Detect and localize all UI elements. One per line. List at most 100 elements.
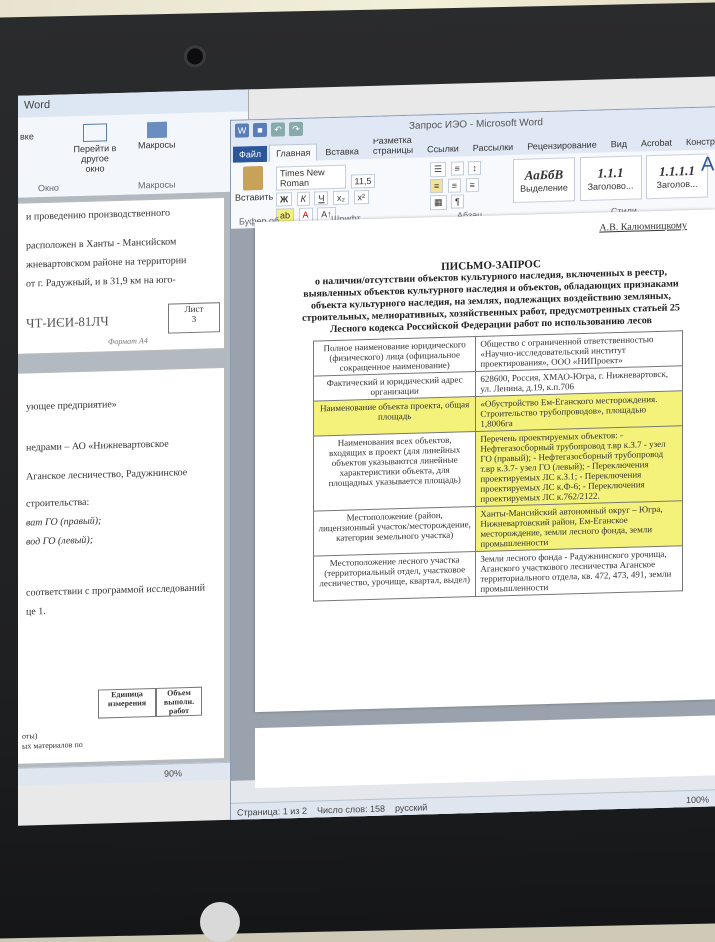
style-sample: 1.1.1 xyxy=(597,164,624,181)
row-value: Ханты-Мансийский автономный округ – Югра… xyxy=(475,500,683,552)
page2-line: ующее предприятие» xyxy=(26,399,117,413)
group-macros-label: Макросы xyxy=(138,179,176,191)
page1-line: от г. Радужный, и в 31,9 км на юго- xyxy=(26,274,176,290)
style-sample: 1.1.1.1 xyxy=(659,162,695,179)
style-emphasis[interactable]: АаБбВ Выделение xyxy=(513,157,575,203)
letter-subject: о наличии/отсутствии объектов культурног… xyxy=(302,266,680,336)
font-size-select[interactable]: 11,5 xyxy=(350,173,376,189)
row-value: Земли лесного фонда - Радужнинского уроч… xyxy=(475,545,683,597)
switch-window-label: Перейти в другое окно xyxy=(73,143,117,174)
row-key: Полное наименование юридического (физиче… xyxy=(313,336,476,377)
table-row: Местоположение лесного участка (территор… xyxy=(313,545,683,602)
font-name-select[interactable]: Times New Roman xyxy=(276,164,346,191)
ribbon-fragment: вке xyxy=(20,131,34,142)
quick-access-toolbar: W ■ ↶ ↷ xyxy=(235,121,303,138)
zoom-level[interactable]: 100% xyxy=(686,794,709,805)
paragraph-group: ☰ ≡ ↕ ≡ ≡ ≡ ▦ ¶ xyxy=(429,159,509,211)
macros-button[interactable]: Макросы xyxy=(138,121,176,150)
pilcrow-icon[interactable]: ¶ xyxy=(451,194,464,209)
sort-icon[interactable]: ↕ xyxy=(468,160,481,176)
word-icon: W xyxy=(235,123,249,138)
table-row: ых материалов по xyxy=(22,739,83,751)
back-page-2: ующее предприятие» недрами – АО «Нижнева… xyxy=(18,368,224,764)
row-key: Местоположение (район, лицензионный учас… xyxy=(313,506,476,557)
back-page-1: и проведению производственного расположе… xyxy=(18,198,224,354)
row-value: Общество с ограниченной ответственностью… xyxy=(475,330,683,372)
style-heading2[interactable]: 1.1.1.1 Заголов... xyxy=(646,153,709,200)
back-word-window[interactable]: Word вке Перейти в другое окно Макросы О… xyxy=(18,89,249,786)
table-row: оты) xyxy=(22,731,38,741)
tab-home[interactable]: Главная xyxy=(269,143,318,162)
align-left-icon[interactable]: ≡ xyxy=(430,178,444,194)
monitor-screen: Word вке Перейти в другое окно Макросы О… xyxy=(18,76,715,826)
table-row: Наименования всех объектов, входящих в п… xyxy=(313,425,683,512)
superscript-button[interactable]: x² xyxy=(353,189,370,205)
bold-button[interactable]: Ж xyxy=(276,192,293,207)
page1-line: жневартовском районе на территории xyxy=(26,255,187,271)
sheet-stamp: Лист 3 xyxy=(168,302,220,334)
switch-window-button[interactable]: Перейти в другое окно xyxy=(72,123,118,174)
letter-heading: ПИСЬМО-ЗАПРОС о наличии/отсутствии объек… xyxy=(295,254,687,337)
group-window-label: Окно xyxy=(38,182,59,194)
macros-label: Макросы xyxy=(138,139,176,151)
page2-line: недрами – АО «Нижневартовское xyxy=(26,438,169,454)
monitor-logo xyxy=(200,902,240,942)
row-key: Наименования всех объектов, входящих в п… xyxy=(313,431,476,512)
style-name: Заголово... xyxy=(587,180,634,192)
row-value: Перечень проектируемых объектов: - Нефте… xyxy=(475,425,683,507)
page1-code: ЧТ-ИЄИ-81ЛЧ xyxy=(26,313,109,331)
tab-file[interactable]: Файл xyxy=(233,145,268,163)
bullets-icon[interactable]: ☰ xyxy=(430,161,447,178)
page2-line: соответствии с программой исследований xyxy=(26,582,206,599)
tab-design[interactable]: Конструктор xyxy=(680,133,715,151)
document-page[interactable]: А.В. Калюмницкому ПИСЬМО-ЗАПРОС о наличи… xyxy=(255,209,715,713)
document-area[interactable]: А.В. Калюмницкому ПИСЬМО-ЗАПРОС о наличи… xyxy=(231,209,715,789)
document-page-2[interactable] xyxy=(255,715,715,789)
shading-icon[interactable]: ▦ xyxy=(430,194,447,211)
style-name: Заголов... xyxy=(656,178,698,190)
page2-line: ват ГО (правый); xyxy=(26,515,102,529)
tab-acrobat[interactable]: Acrobat xyxy=(635,134,678,151)
change-styles-button[interactable]: A xyxy=(701,153,715,177)
redo-icon[interactable]: ↷ xyxy=(289,121,303,137)
style-sample: АаБбВ xyxy=(524,166,564,183)
sheet-num: 3 xyxy=(191,313,197,324)
row-key: Наименование объекта проекта, общая площ… xyxy=(313,396,476,437)
word-count[interactable]: Число слов: 158 xyxy=(317,803,385,815)
tab-mailings[interactable]: Рассылки xyxy=(467,139,519,156)
language-indicator[interactable]: русский xyxy=(395,802,427,813)
addressee: А.В. Калюмницкому xyxy=(599,220,687,234)
paste-button[interactable]: Вставить xyxy=(235,165,274,203)
tab-insert[interactable]: Вставка xyxy=(319,143,364,160)
undo-icon[interactable]: ↶ xyxy=(271,122,285,137)
back-table-head: Единица измерения Объем выполн. работ xyxy=(98,686,202,719)
underline-button[interactable]: Ч xyxy=(314,191,329,206)
table-head-cell: Единица измерения xyxy=(98,687,156,719)
style-name: Выделение xyxy=(520,182,568,194)
page2-line: вод ГО (левый); xyxy=(26,534,94,548)
italic-button[interactable]: К xyxy=(296,191,310,207)
paste-label: Вставить xyxy=(235,191,274,203)
front-word-window[interactable]: W ■ ↶ ↷ Запрос ИЭО - Microsoft Word Файл… xyxy=(230,106,715,822)
front-window-title: Запрос ИЭО - Microsoft Word xyxy=(408,117,543,132)
tab-references[interactable]: Ссылки xyxy=(421,140,465,157)
page-count[interactable]: Страница: 1 из 2 xyxy=(237,805,307,817)
style-heading1[interactable]: 1.1.1 Заголово... xyxy=(579,155,642,202)
back-zoom[interactable]: 90% xyxy=(164,768,182,779)
subscript-button[interactable]: x₂ xyxy=(333,190,349,206)
styles-gallery: АаБбВ Выделение 1.1.1 Заголово... 1.1.1.1 З… xyxy=(513,153,710,203)
align-center-icon[interactable]: ≡ xyxy=(447,178,462,193)
webcam xyxy=(184,45,206,68)
numbering-icon[interactable]: ≡ xyxy=(450,161,464,176)
justify-icon[interactable]: ≡ xyxy=(465,177,479,193)
request-table: Полное наименование юридического (физиче… xyxy=(313,330,683,602)
back-doc-area: и проведению производственного расположе… xyxy=(18,191,248,768)
tab-view[interactable]: Вид xyxy=(605,136,633,153)
page2-line: Аганское лесничество, Радужнинское xyxy=(26,467,188,483)
save-icon[interactable]: ■ xyxy=(253,122,267,138)
clipboard-icon xyxy=(243,165,263,191)
page-format: Формат А4 xyxy=(108,336,148,347)
macros-icon xyxy=(146,121,167,139)
row-value: «Обустройство Ем-Еганского месторождения… xyxy=(475,390,683,432)
table-head-cell: Объем выполн. работ xyxy=(156,686,202,717)
